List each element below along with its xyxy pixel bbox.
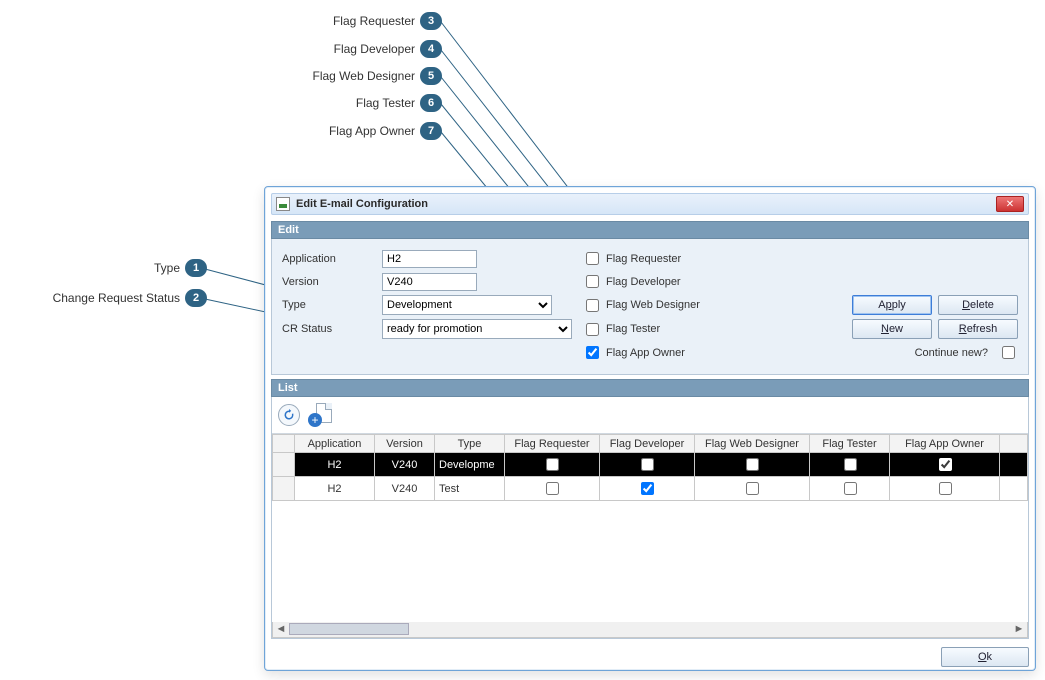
list-section-header: List	[271, 379, 1029, 397]
flag-requester-label: Flag Requester	[606, 253, 681, 265]
titlebar: Edit E-mail Configuration ✕	[271, 193, 1029, 215]
add-icon[interactable]: +	[308, 403, 332, 427]
table-row[interactable]: H2V240Developme	[273, 453, 1028, 477]
grid-header-row: Application Version Type Flag Requester …	[273, 435, 1028, 453]
horizontal-scrollbar[interactable]: ◄ ►	[272, 622, 1028, 638]
callout-badge-1: 1	[185, 259, 207, 277]
table-row[interactable]: H2V240Test	[273, 477, 1028, 501]
callout-label-flag-requester: Flag Requester	[280, 14, 415, 28]
col-flag-webdesigner[interactable]: Flag Web Designer	[695, 435, 810, 453]
col-version[interactable]: Version	[375, 435, 435, 453]
list-panel: + Application Version Type Flag Requeste…	[271, 397, 1029, 639]
continue-new-label: Continue new?	[915, 347, 988, 359]
flag-developer-checkbox[interactable]: Flag Developer	[582, 272, 681, 291]
flag-requester-checkbox[interactable]: Flag Requester	[582, 249, 681, 268]
label-crstatus: CR Status	[282, 323, 372, 335]
callout-label-flag-appowner: Flag App Owner	[280, 124, 415, 138]
flag-webdesigner-label: Flag Web Designer	[606, 299, 700, 311]
flag-appowner-label: Flag App Owner	[606, 347, 685, 359]
callout-label-type: Type	[60, 261, 180, 275]
refresh-icon[interactable]	[278, 404, 300, 426]
col-type[interactable]: Type	[435, 435, 505, 453]
label-type: Type	[282, 299, 372, 311]
ok-button[interactable]: Ok	[941, 647, 1029, 667]
flag-webdesigner-checkbox[interactable]: Flag Web Designer	[582, 296, 700, 315]
application-field[interactable]	[382, 250, 477, 268]
close-button[interactable]: ✕	[996, 196, 1024, 212]
window-title: Edit E-mail Configuration	[296, 198, 428, 210]
flag-appowner-checkbox[interactable]: Flag App Owner	[582, 343, 685, 362]
label-version: Version	[282, 276, 372, 288]
edit-section-header: Edit	[271, 221, 1029, 239]
callout-badge-4: 4	[420, 40, 442, 58]
callout-badge-7: 7	[420, 122, 442, 140]
callout-badge-3: 3	[420, 12, 442, 30]
flag-tester-label: Flag Tester	[606, 323, 660, 335]
new-button[interactable]: New	[852, 319, 932, 339]
label-application: Application	[282, 253, 372, 265]
callout-label-flag-developer: Flag Developer	[280, 42, 415, 56]
edit-panel: Application Flag Requester Version Flag …	[271, 239, 1029, 375]
version-field[interactable]	[382, 273, 477, 291]
col-flag-appowner[interactable]: Flag App Owner	[890, 435, 1000, 453]
app-icon	[276, 197, 290, 211]
flag-developer-label: Flag Developer	[606, 276, 681, 288]
flag-tester-checkbox[interactable]: Flag Tester	[582, 320, 660, 339]
callout-badge-2: 2	[185, 289, 207, 307]
callout-label-flag-tester: Flag Tester	[280, 96, 415, 110]
delete-button[interactable]: Delete	[938, 295, 1018, 315]
dialog-window: Edit E-mail Configuration ✕ Edit Applica…	[264, 186, 1036, 671]
apply-button[interactable]: Apply	[852, 295, 932, 315]
data-grid[interactable]: Application Version Type Flag Requester …	[272, 434, 1028, 501]
callout-badge-5: 5	[420, 67, 442, 85]
col-flag-developer[interactable]: Flag Developer	[600, 435, 695, 453]
crstatus-select[interactable]: ready for promotion	[382, 319, 572, 339]
callout-label-flag-webdesigner: Flag Web Designer	[280, 69, 415, 83]
callout-label-crstatus: Change Request Status	[20, 291, 180, 305]
refresh-button[interactable]: Refresh	[938, 319, 1018, 339]
callout-badge-6: 6	[420, 94, 442, 112]
col-application[interactable]: Application	[295, 435, 375, 453]
col-flag-requester[interactable]: Flag Requester	[505, 435, 600, 453]
col-flag-tester[interactable]: Flag Tester	[810, 435, 890, 453]
continue-new-checkbox[interactable]	[1002, 346, 1015, 359]
type-select[interactable]: Development	[382, 295, 552, 315]
